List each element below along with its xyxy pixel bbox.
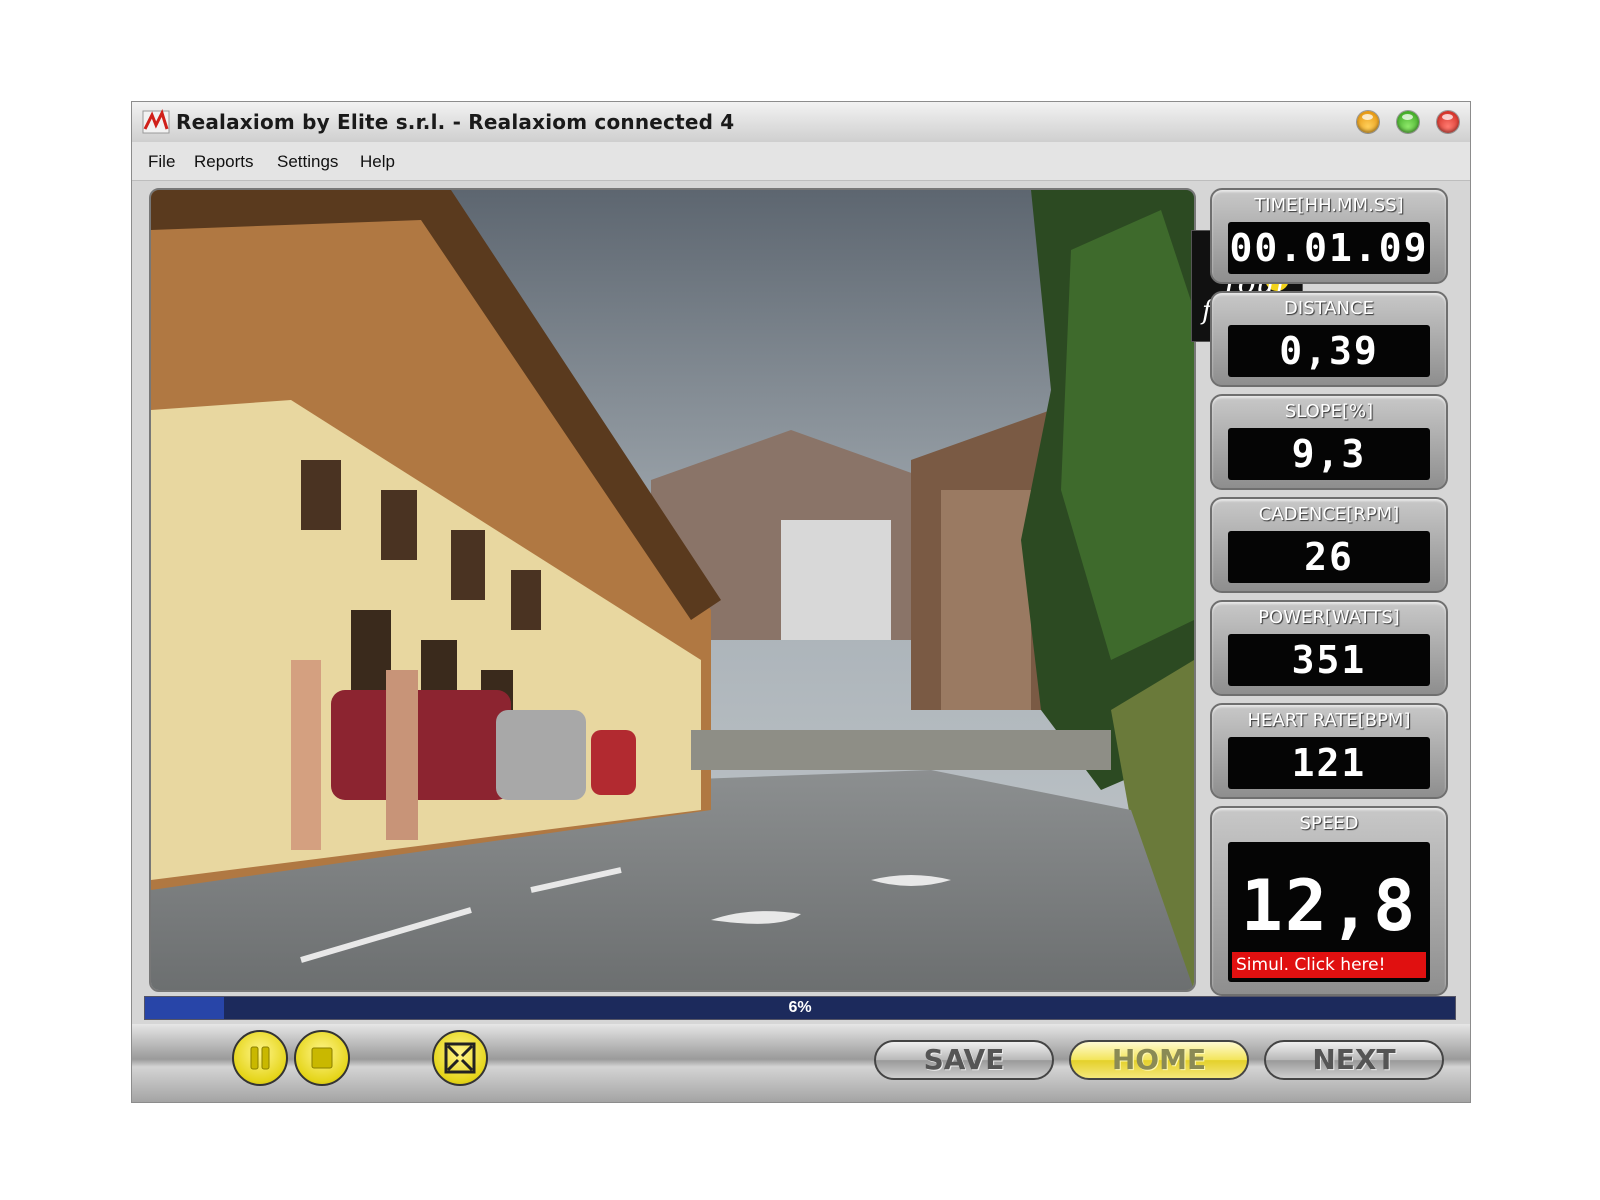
metrics-sidebar: TIME[HH.MM.SS] 00.01.09 DISTANCE 0,39 SL… <box>1210 188 1448 998</box>
heart-rate-panel: HEART RATE[BPM] 121 <box>1210 703 1448 799</box>
time-panel: TIME[HH.MM.SS] 00.01.09 <box>1210 188 1448 284</box>
power-value: 351 <box>1228 634 1430 686</box>
app-window: Realaxiom by Elite s.r.l. - Realaxiom co… <box>131 101 1471 1103</box>
window-title: Realaxiom by Elite s.r.l. - Realaxiom co… <box>176 110 735 134</box>
distance-panel: DISTANCE 0,39 <box>1210 291 1448 387</box>
slope-panel: SLOPE[%] 9,3 <box>1210 394 1448 490</box>
menu-settings[interactable]: Settings <box>277 152 338 172</box>
power-panel: POWER[WATTS] 351 <box>1210 600 1448 696</box>
menu-bar: File Reports Settings Help <box>132 142 1470 181</box>
home-button[interactable]: HOME <box>1069 1040 1249 1080</box>
maximize-button[interactable] <box>1397 111 1419 133</box>
distance-label: DISTANCE <box>1284 298 1374 319</box>
heart-rate-value: 121 <box>1228 737 1430 789</box>
menu-help[interactable]: Help <box>360 152 395 172</box>
slope-value: 9,3 <box>1228 428 1430 480</box>
speed-label: SPEED <box>1299 813 1359 834</box>
simulation-button[interactable]: Simul. Click here! <box>1232 952 1426 978</box>
control-toolbar: SAVE HOME NEXT <box>132 1024 1470 1102</box>
video-viewport[interactable] <box>149 188 1196 992</box>
time-label: TIME[HH.MM.SS] <box>1254 195 1404 216</box>
next-button[interactable]: NEXT <box>1264 1040 1444 1080</box>
save-button[interactable]: SAVE <box>874 1040 1054 1080</box>
cadence-label: CADENCE[RPM] <box>1258 504 1400 525</box>
power-label: POWER[WATTS] <box>1258 607 1400 628</box>
time-value: 00.01.09 <box>1228 222 1430 274</box>
realaxiom-logo-icon <box>142 109 170 134</box>
progress-bar[interactable]: 6% <box>144 996 1456 1020</box>
cadence-panel: CADENCE[RPM] 26 <box>1210 497 1448 593</box>
progress-label: 6% <box>788 999 812 1016</box>
fullscreen-icon <box>444 1042 476 1074</box>
pause-icon <box>250 1046 270 1070</box>
cadence-value: 26 <box>1228 531 1430 583</box>
distance-value: 0,39 <box>1228 325 1430 377</box>
title-bar[interactable]: Realaxiom by Elite s.r.l. - Realaxiom co… <box>132 102 1470 143</box>
heart-rate-label: HEART RATE[BPM] <box>1247 710 1411 731</box>
slope-label: SLOPE[%] <box>1284 401 1374 422</box>
stop-icon <box>311 1047 333 1069</box>
speed-panel: SPEED 12,8 Simul. Click here! <box>1210 806 1448 996</box>
minimize-button[interactable] <box>1357 111 1379 133</box>
pause-button[interactable] <box>232 1030 288 1086</box>
menu-reports[interactable]: Reports <box>194 152 254 172</box>
menu-file[interactable]: File <box>148 152 175 172</box>
video-frame <box>151 190 1194 990</box>
close-button[interactable] <box>1437 111 1459 133</box>
stop-button[interactable] <box>294 1030 350 1086</box>
fullscreen-button[interactable] <box>432 1030 488 1086</box>
